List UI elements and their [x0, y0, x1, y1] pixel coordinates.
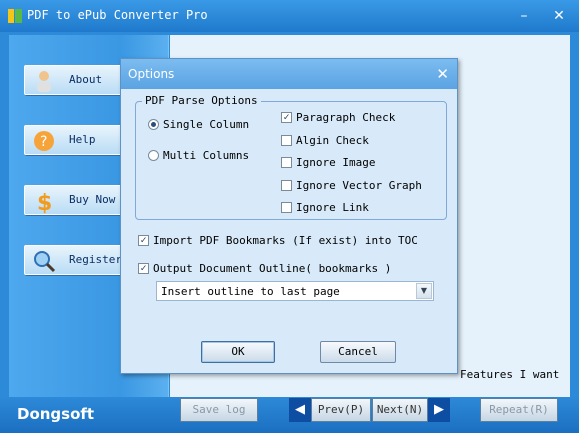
paragraph-check-label: Paragraph Check — [296, 111, 396, 124]
prev-arrow-icon[interactable]: ◀ — [289, 398, 311, 422]
single-column-label: Single Column — [163, 118, 250, 131]
sidebar-item-label: About — [69, 73, 103, 86]
help-icon: ? — [34, 131, 54, 151]
checkbox-unchecked-icon — [281, 180, 292, 191]
output-outline-label: Output Document Outline( bookmarks ) — [153, 262, 392, 275]
group-title: PDF Parse Options — [142, 94, 261, 107]
dollar-icon: $ — [37, 191, 52, 214]
checkbox-unchecked-icon — [281, 135, 292, 146]
dialog-title: Options — [128, 67, 175, 81]
single-column-radio[interactable]: Single Column — [148, 118, 249, 131]
checkbox-unchecked-icon — [281, 157, 292, 168]
multi-columns-radio[interactable]: Multi Columns — [148, 149, 249, 162]
repeat-button[interactable]: Repeat(R) — [480, 398, 558, 422]
outline-position-value: Insert outline to last page — [161, 285, 340, 298]
checkbox-checked-icon: ✓ — [138, 235, 149, 246]
paragraph-check-checkbox[interactable]: ✓ Paragraph Check — [281, 111, 395, 124]
prev-button[interactable]: Prev(P) — [311, 398, 371, 422]
multi-columns-label: Multi Columns — [163, 149, 250, 162]
ignore-vector-graph-label: Ignore Vector Graph — [296, 179, 422, 192]
dialog-close-icon[interactable]: ✕ — [436, 65, 449, 83]
brand-label: Dongsoft — [17, 405, 95, 423]
person-icon — [37, 71, 51, 92]
radio-unselected-icon — [148, 150, 159, 161]
outline-position-select[interactable]: Insert outline to last page ▼ — [156, 281, 434, 301]
checkbox-checked-icon: ✓ — [138, 263, 149, 274]
sidebar-item-label: Register — [69, 253, 122, 266]
import-bookmarks-label: Import PDF Bookmarks (If exist) into TOC — [153, 234, 418, 247]
radio-selected-icon — [148, 119, 159, 130]
import-bookmarks-checkbox[interactable]: ✓ Import PDF Bookmarks (If exist) into T… — [138, 234, 418, 247]
chevron-down-icon[interactable]: ▼ — [416, 283, 432, 299]
ignore-link-checkbox[interactable]: Ignore Link — [281, 201, 369, 214]
ignore-image-checkbox[interactable]: Ignore Image — [281, 156, 375, 169]
options-dialog: Options ✕ PDF Parse Options Single Colum… — [120, 58, 458, 374]
dialog-body: PDF Parse Options Single Column Multi Co… — [121, 89, 457, 373]
features-link[interactable]: Features I want — [460, 368, 559, 381]
ignore-link-label: Ignore Link — [296, 201, 369, 214]
next-arrow-icon[interactable]: ▶ — [428, 398, 450, 422]
ignore-vector-graph-checkbox[interactable]: Ignore Vector Graph — [281, 179, 422, 192]
sidebar-item-label: Help — [69, 133, 96, 146]
sidebar-item-label: Buy Now — [69, 193, 116, 206]
title-bar[interactable]: PDF to ePub Converter Pro – ✕ — [0, 0, 579, 32]
dialog-title-bar[interactable]: Options ✕ — [121, 59, 457, 89]
app-logo-icon — [8, 9, 22, 23]
pdf-parse-options-group: PDF Parse Options Single Column Multi Co… — [135, 94, 447, 220]
checkbox-checked-icon: ✓ — [281, 112, 292, 123]
save-log-button[interactable]: Save log — [180, 398, 258, 422]
cancel-button[interactable]: Cancel — [320, 341, 396, 363]
next-button[interactable]: Next(N) — [372, 398, 428, 422]
app-title: PDF to ePub Converter Pro — [27, 8, 208, 22]
minimize-button[interactable]: – — [514, 8, 534, 24]
output-outline-checkbox[interactable]: ✓ Output Document Outline( bookmarks ) — [138, 262, 391, 275]
align-check-label: Algin Check — [296, 134, 369, 147]
svg-text:$: $ — [37, 191, 52, 214]
checkbox-unchecked-icon — [281, 202, 292, 213]
magnifier-icon — [34, 251, 56, 273]
svg-text:?: ? — [40, 134, 47, 150]
ok-button[interactable]: OK — [201, 341, 275, 363]
ignore-image-label: Ignore Image — [296, 156, 376, 169]
close-button[interactable]: ✕ — [549, 8, 569, 24]
align-check-checkbox[interactable]: Algin Check — [281, 134, 369, 147]
